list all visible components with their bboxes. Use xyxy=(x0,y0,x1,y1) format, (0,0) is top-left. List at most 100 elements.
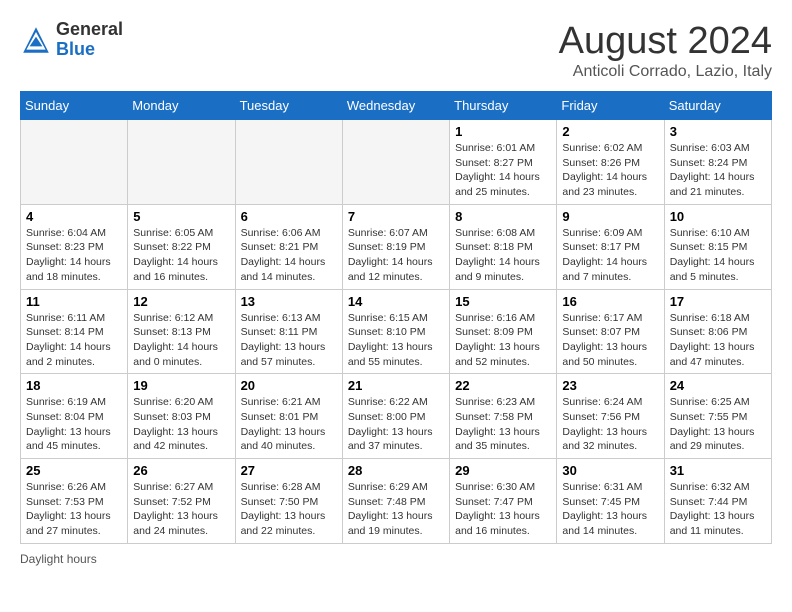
day-number: 8 xyxy=(455,209,551,224)
day-info: Sunrise: 6:02 AM Sunset: 8:26 PM Dayligh… xyxy=(562,141,658,200)
calendar-cell: 28 Sunrise: 6:29 AM Sunset: 7:48 PM Dayli… xyxy=(342,459,449,544)
day-info: Sunrise: 6:20 AM Sunset: 8:03 PM Dayligh… xyxy=(133,395,229,454)
day-info: Sunrise: 6:23 AM Sunset: 7:58 PM Dayligh… xyxy=(455,395,551,454)
day-number: 1 xyxy=(455,124,551,139)
calendar-cell: 25 Sunrise: 6:26 AM Sunset: 7:53 PM Dayli… xyxy=(21,459,128,544)
day-number: 31 xyxy=(670,463,766,478)
day-number: 22 xyxy=(455,378,551,393)
calendar-cell xyxy=(342,120,449,205)
day-number: 11 xyxy=(26,294,122,309)
calendar-cell: 2 Sunrise: 6:02 AM Sunset: 8:26 PM Daylig… xyxy=(557,120,664,205)
day-number: 20 xyxy=(241,378,337,393)
calendar-table: SundayMondayTuesdayWednesdayThursdayFrid… xyxy=(20,91,772,544)
calendar-cell: 23 Sunrise: 6:24 AM Sunset: 7:56 PM Dayli… xyxy=(557,374,664,459)
calendar-cell: 17Sunrise: 6:18 AM Sunset: 8:06 PM Dayli… xyxy=(664,289,771,374)
day-number: 17 xyxy=(670,294,766,309)
calendar-week-4: 18Sunrise: 6:19 AM Sunset: 8:04 PM Dayli… xyxy=(21,374,772,459)
day-number: 19 xyxy=(133,378,229,393)
calendar-cell: 11 Sunrise: 6:11 AM Sunset: 8:14 PM Dayli… xyxy=(21,289,128,374)
day-info: Sunrise: 6:11 AM Sunset: 8:14 PM Dayligh… xyxy=(26,311,122,370)
logo-blue-text: Blue xyxy=(56,39,95,59)
location-subtitle: Anticoli Corrado, Lazio, Italy xyxy=(559,63,772,81)
calendar-cell: 18Sunrise: 6:19 AM Sunset: 8:04 PM Dayli… xyxy=(21,374,128,459)
day-info: Sunrise: 6:08 AM Sunset: 8:18 PM Dayligh… xyxy=(455,226,551,285)
day-header-tuesday: Tuesday xyxy=(235,92,342,120)
day-header-friday: Friday xyxy=(557,92,664,120)
calendar-cell: 20Sunrise: 6:21 AM Sunset: 8:01 PM Dayli… xyxy=(235,374,342,459)
calendar-cell: 8 Sunrise: 6:08 AM Sunset: 8:18 PM Daylig… xyxy=(450,204,557,289)
day-number: 24 xyxy=(670,378,766,393)
day-number: 2 xyxy=(562,124,658,139)
day-header-wednesday: Wednesday xyxy=(342,92,449,120)
day-number: 25 xyxy=(26,463,122,478)
calendar-cell: 12Sunrise: 6:12 AM Sunset: 8:13 PM Dayli… xyxy=(128,289,235,374)
day-number: 16 xyxy=(562,294,658,309)
calendar-cell: 15 Sunrise: 6:16 AM Sunset: 8:09 PM Dayli… xyxy=(450,289,557,374)
day-info: Sunrise: 6:19 AM Sunset: 8:04 PM Dayligh… xyxy=(26,395,122,454)
day-info: Sunrise: 6:28 AM Sunset: 7:50 PM Dayligh… xyxy=(241,480,337,539)
calendar-cell: 7Sunrise: 6:07 AM Sunset: 8:19 PM Daylig… xyxy=(342,204,449,289)
calendar-cell xyxy=(235,120,342,205)
day-info: Sunrise: 6:27 AM Sunset: 7:52 PM Dayligh… xyxy=(133,480,229,539)
calendar-cell: 24 Sunrise: 6:25 AM Sunset: 7:55 PM Dayli… xyxy=(664,374,771,459)
day-number: 15 xyxy=(455,294,551,309)
day-info: Sunrise: 6:32 AM Sunset: 7:44 PM Dayligh… xyxy=(670,480,766,539)
calendar-cell: 5 Sunrise: 6:05 AM Sunset: 8:22 PM Daylig… xyxy=(128,204,235,289)
day-number: 5 xyxy=(133,209,229,224)
page-header: General Blue August 2024 Anticoli Corrad… xyxy=(20,20,772,81)
day-number: 10 xyxy=(670,209,766,224)
calendar-cell: 19 Sunrise: 6:20 AM Sunset: 8:03 PM Dayli… xyxy=(128,374,235,459)
day-info: Sunrise: 6:05 AM Sunset: 8:22 PM Dayligh… xyxy=(133,226,229,285)
day-info: Sunrise: 6:17 AM Sunset: 8:07 PM Dayligh… xyxy=(562,311,658,370)
day-number: 30 xyxy=(562,463,658,478)
calendar-cell: 9 Sunrise: 6:09 AM Sunset: 8:17 PM Daylig… xyxy=(557,204,664,289)
logo: General Blue xyxy=(20,20,123,60)
day-info: Sunrise: 6:16 AM Sunset: 8:09 PM Dayligh… xyxy=(455,311,551,370)
day-number: 7 xyxy=(348,209,444,224)
day-number: 9 xyxy=(562,209,658,224)
calendar-cell: 29Sunrise: 6:30 AM Sunset: 7:47 PM Dayli… xyxy=(450,459,557,544)
day-number: 27 xyxy=(241,463,337,478)
calendar-week-2: 4Sunrise: 6:04 AM Sunset: 8:23 PM Daylig… xyxy=(21,204,772,289)
day-info: Sunrise: 6:26 AM Sunset: 7:53 PM Dayligh… xyxy=(26,480,122,539)
day-header-saturday: Saturday xyxy=(664,92,771,120)
calendar-cell: 4Sunrise: 6:04 AM Sunset: 8:23 PM Daylig… xyxy=(21,204,128,289)
calendar-cell: 30 Sunrise: 6:31 AM Sunset: 7:45 PM Dayli… xyxy=(557,459,664,544)
day-info: Sunrise: 6:25 AM Sunset: 7:55 PM Dayligh… xyxy=(670,395,766,454)
calendar-week-3: 11 Sunrise: 6:11 AM Sunset: 8:14 PM Dayli… xyxy=(21,289,772,374)
calendar-cell xyxy=(21,120,128,205)
calendar-cell: 13 Sunrise: 6:13 AM Sunset: 8:11 PM Dayli… xyxy=(235,289,342,374)
day-info: Sunrise: 6:09 AM Sunset: 8:17 PM Dayligh… xyxy=(562,226,658,285)
calendar-cell: 6Sunrise: 6:06 AM Sunset: 8:21 PM Daylig… xyxy=(235,204,342,289)
day-info: Sunrise: 6:24 AM Sunset: 7:56 PM Dayligh… xyxy=(562,395,658,454)
day-info: Sunrise: 6:29 AM Sunset: 7:48 PM Dayligh… xyxy=(348,480,444,539)
day-number: 14 xyxy=(348,294,444,309)
day-number: 23 xyxy=(562,378,658,393)
day-number: 21 xyxy=(348,378,444,393)
month-title: August 2024 xyxy=(559,20,772,63)
day-number: 13 xyxy=(241,294,337,309)
day-info: Sunrise: 6:01 AM Sunset: 8:27 PM Dayligh… xyxy=(455,141,551,200)
day-info: Sunrise: 6:10 AM Sunset: 8:15 PM Dayligh… xyxy=(670,226,766,285)
calendar-cell: 10 Sunrise: 6:10 AM Sunset: 8:15 PM Dayli… xyxy=(664,204,771,289)
calendar-cell xyxy=(128,120,235,205)
day-info: Sunrise: 6:22 AM Sunset: 8:00 PM Dayligh… xyxy=(348,395,444,454)
day-number: 3 xyxy=(670,124,766,139)
day-info: Sunrise: 6:13 AM Sunset: 8:11 PM Dayligh… xyxy=(241,311,337,370)
day-number: 6 xyxy=(241,209,337,224)
day-number: 26 xyxy=(133,463,229,478)
footer-note: Daylight hours xyxy=(20,552,772,566)
day-header-monday: Monday xyxy=(128,92,235,120)
day-number: 28 xyxy=(348,463,444,478)
calendar-header-row: SundayMondayTuesdayWednesdayThursdayFrid… xyxy=(21,92,772,120)
calendar-cell: 3Sunrise: 6:03 AM Sunset: 8:24 PM Daylig… xyxy=(664,120,771,205)
calendar-cell: 26 Sunrise: 6:27 AM Sunset: 7:52 PM Dayli… xyxy=(128,459,235,544)
day-info: Sunrise: 6:30 AM Sunset: 7:47 PM Dayligh… xyxy=(455,480,551,539)
logo-icon xyxy=(20,24,52,56)
calendar-cell: 16 Sunrise: 6:17 AM Sunset: 8:07 PM Dayli… xyxy=(557,289,664,374)
day-info: Sunrise: 6:15 AM Sunset: 8:10 PM Dayligh… xyxy=(348,311,444,370)
calendar-cell: 27 Sunrise: 6:28 AM Sunset: 7:50 PM Dayli… xyxy=(235,459,342,544)
calendar-week-5: 25 Sunrise: 6:26 AM Sunset: 7:53 PM Dayli… xyxy=(21,459,772,544)
calendar-week-1: 1 Sunrise: 6:01 AM Sunset: 8:27 PM Daylig… xyxy=(21,120,772,205)
day-info: Sunrise: 6:31 AM Sunset: 7:45 PM Dayligh… xyxy=(562,480,658,539)
